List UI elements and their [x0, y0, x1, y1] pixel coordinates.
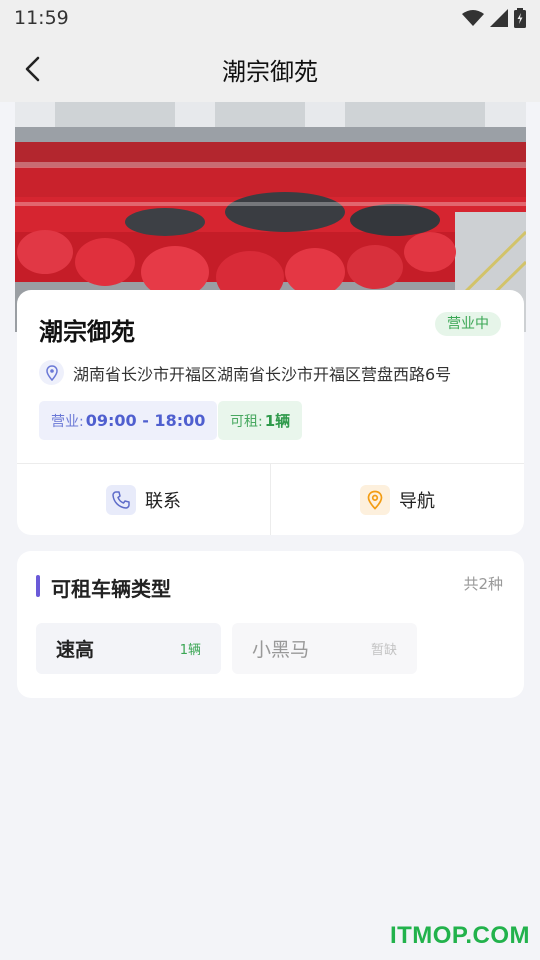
vehicle-type-item[interactable]: 速高 1辆 [36, 623, 221, 674]
navigate-button[interactable]: 导航 [271, 464, 524, 535]
vehicle-type-quantity: 暂缺 [370, 643, 397, 658]
rentable-tag: 可租: 1辆 [218, 401, 303, 440]
vehicle-type-name: 小黑马 [252, 639, 310, 661]
status-icons [462, 8, 526, 28]
rentable-value: 1辆 [264, 412, 291, 430]
hours-value: 09:00 - 18:00 [85, 411, 206, 430]
location-pin-icon [39, 360, 64, 385]
vehicle-types-card: 可租车辆类型 共2种 速高 1辆 小黑马 暂缺 [17, 551, 524, 698]
vehicle-type-name: 速高 [56, 639, 95, 661]
vehicle-type-item[interactable]: 小黑马 暂缺 [232, 623, 417, 674]
contact-label: 联系 [145, 490, 181, 512]
vehicle-type-quantity: 1辆 [179, 643, 201, 658]
signal-icon [490, 9, 508, 27]
section-accent-bar [36, 575, 40, 597]
hours-tag: 营业: 09:00 - 18:00 [39, 401, 218, 440]
store-info-card: 潮宗御苑 营业中 湖南省长沙市开福区湖南省长沙市开福区营盘西路6号 营业: 09… [17, 290, 524, 535]
store-address: 湖南省长沙市开福区湖南省长沙市开福区营盘西路6号 [73, 364, 452, 384]
contact-button[interactable]: 联系 [17, 464, 270, 535]
store-name: 潮宗御苑 [39, 318, 135, 346]
status-badge: 营业中 [435, 312, 501, 336]
page-title: 潮宗御苑 [222, 57, 318, 86]
hours-label: 营业: [51, 413, 84, 430]
rentable-label: 可租: [230, 413, 263, 430]
back-arrow-icon[interactable] [18, 52, 52, 86]
battery-icon [514, 8, 526, 28]
navigation-pin-icon [360, 484, 390, 515]
phone-icon [106, 484, 136, 515]
address-row: 湖南省长沙市开福区湖南省长沙市开福区营盘西路6号 [39, 360, 451, 385]
status-bar: 11:59 [0, 0, 540, 36]
status-time: 11:59 [14, 7, 69, 29]
watermark: ITMOP.COM [389, 922, 530, 949]
navigate-label: 导航 [399, 490, 435, 512]
section-title: 可租车辆类型 [51, 577, 171, 601]
vehicle-type-count: 共2种 [463, 575, 503, 593]
wifi-icon [462, 10, 484, 26]
top-app-bar: 潮宗御苑 [0, 36, 540, 102]
